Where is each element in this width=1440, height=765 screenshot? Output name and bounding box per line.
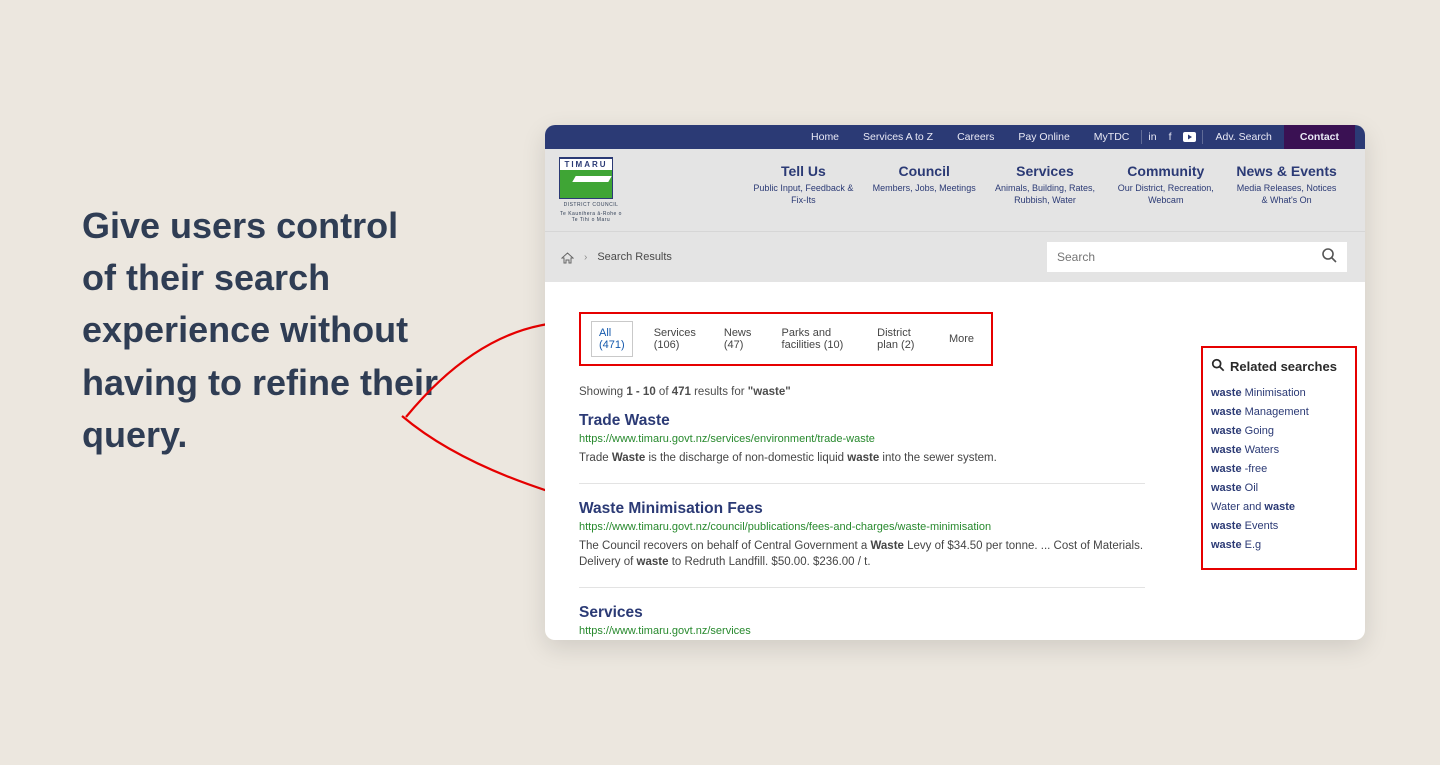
related-searches-list: waste Minimisation waste Management waste …: [1211, 387, 1347, 551]
search-result: Trade Waste https://www.timaru.govt.nz/se…: [579, 412, 1145, 484]
nav-subtitle: Members, Jobs, Meetings: [870, 183, 978, 195]
topbar-link-home[interactable]: Home: [799, 125, 851, 149]
site-logo[interactable]: TIMARU DISTRICT COUNCIL Te Kaunihera ā-R…: [559, 157, 623, 223]
nav-item-tell-us[interactable]: Tell Us Public Input, Feedback & Fix-Its: [749, 157, 857, 206]
nav-item-community[interactable]: Community Our District, Recreation, Webca…: [1112, 157, 1220, 206]
result-snippet: The Council recovers on behalf of Centra…: [579, 538, 1145, 571]
search-result: Services https://www.timaru.govt.nz/servi…: [579, 604, 1145, 640]
home-icon[interactable]: [561, 251, 574, 263]
topbar-contact[interactable]: Contact: [1284, 125, 1355, 149]
topbar-adv-search[interactable]: Adv. Search: [1203, 125, 1283, 149]
related-search-item[interactable]: waste Events: [1211, 520, 1347, 532]
nav-title: Council: [870, 163, 978, 179]
screenshot-window: Home Services A to Z Careers Pay Online …: [545, 125, 1365, 640]
related-search-item[interactable]: waste Oil: [1211, 482, 1347, 494]
facet-tab[interactable]: News (47): [717, 322, 761, 356]
main-nav: Tell Us Public Input, Feedback & Fix-Its C…: [743, 157, 1347, 206]
breadcrumb-bar: › Search Results: [545, 231, 1365, 282]
topbar-link-services-az[interactable]: Services A to Z: [851, 125, 945, 149]
nav-item-services[interactable]: Services Animals, Building, Rates, Rubbis…: [991, 157, 1099, 206]
nav-subtitle: Media Releases, Notices & What's On: [1233, 183, 1341, 206]
related-searches-highlight: Related searches waste Minimisationwaste…: [1201, 346, 1357, 570]
linkedin-icon[interactable]: in: [1142, 125, 1162, 149]
facet-tab[interactable]: Parks and facilities (10): [775, 322, 857, 356]
logo-subtitle-1: DISTRICT COUNCIL: [559, 202, 623, 208]
logo-wordmark: TIMARU: [560, 159, 612, 170]
facebook-icon[interactable]: f: [1163, 125, 1178, 149]
search-results-area: All (471) Services (106) News (47) Parks an…: [545, 282, 1365, 640]
nav-subtitle: Our District, Recreation, Webcam: [1112, 183, 1220, 206]
topbar-link-careers[interactable]: Careers: [945, 125, 1006, 149]
search-icon[interactable]: [1321, 247, 1337, 268]
results-list: Trade Waste https://www.timaru.govt.nz/se…: [579, 412, 1145, 640]
related-search-item[interactable]: waste Waters: [1211, 444, 1347, 456]
facet-tab[interactable]: Services (106): [647, 322, 703, 356]
related-search-item[interactable]: Water and waste: [1211, 501, 1347, 513]
breadcrumb-current: Search Results: [597, 251, 672, 263]
facet-tabs: All (471) Services (106) News (47) Parks an…: [591, 321, 981, 357]
related-search-item[interactable]: waste E.g: [1211, 539, 1347, 551]
chevron-right-icon: ›: [584, 252, 587, 263]
related-search-item[interactable]: waste Minimisation: [1211, 387, 1347, 399]
nav-subtitle: Animals, Building, Rates, Rubbish, Water: [991, 183, 1099, 206]
nav-title: Community: [1112, 163, 1220, 179]
nav-title: Tell Us: [749, 163, 857, 179]
facet-tab[interactable]: All (471): [591, 321, 633, 357]
related-search-item[interactable]: waste -free: [1211, 463, 1347, 475]
result-url[interactable]: https://www.timaru.govt.nz/services/envi…: [579, 433, 1145, 445]
nav-item-council[interactable]: Council Members, Jobs, Meetings: [870, 157, 978, 206]
result-url[interactable]: https://www.timaru.govt.nz/council/publi…: [579, 521, 1145, 533]
result-snippet: Trade Waste is the discharge of non-dome…: [579, 450, 1145, 467]
facet-tabs-highlight: All (471) Services (106) News (47) Parks an…: [579, 312, 993, 366]
result-url[interactable]: https://www.timaru.govt.nz/services: [579, 625, 1145, 637]
result-title[interactable]: Waste Minimisation Fees: [579, 500, 1145, 518]
topbar-link-pay-online[interactable]: Pay Online: [1006, 125, 1081, 149]
facet-tab[interactable]: More: [942, 328, 981, 350]
related-search-item[interactable]: waste Going: [1211, 425, 1347, 437]
site-header: TIMARU DISTRICT COUNCIL Te Kaunihera ā-R…: [545, 149, 1365, 231]
related-search-item[interactable]: waste Management: [1211, 406, 1347, 418]
search-result: Waste Minimisation Fees https://www.timar…: [579, 500, 1145, 588]
logo-subtitle-2: Te Kaunihera ā-Rohe o Te Tihi o Maru: [559, 211, 623, 223]
topbar-link-mytdc[interactable]: MyTDC: [1082, 125, 1142, 149]
nav-subtitle: Public Input, Feedback & Fix-Its: [749, 183, 857, 206]
nav-title: Services: [991, 163, 1099, 179]
facet-tab[interactable]: District plan (2): [870, 322, 928, 356]
youtube-icon[interactable]: [1177, 125, 1202, 149]
search-input[interactable]: [1057, 250, 1321, 264]
search-icon: [1211, 358, 1225, 375]
utility-nav: Home Services A to Z Careers Pay Online …: [545, 125, 1365, 149]
caption-text: Give users control of their search exper…: [82, 200, 442, 461]
result-title[interactable]: Trade Waste: [579, 412, 1145, 430]
site-search[interactable]: [1047, 242, 1347, 272]
nav-title: News & Events: [1233, 163, 1341, 179]
result-title[interactable]: Services: [579, 604, 1145, 622]
related-searches-title: Related searches: [1211, 358, 1347, 375]
nav-item-news-events[interactable]: News & Events Media Releases, Notices & W…: [1233, 157, 1341, 206]
